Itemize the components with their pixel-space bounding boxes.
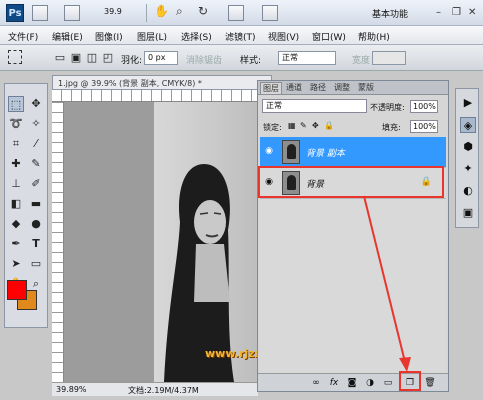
adjustments-dock-icon[interactable]: ◐ xyxy=(460,183,476,199)
layers-dock-icon[interactable]: ◈ xyxy=(460,117,476,133)
paths-dock-icon[interactable]: ✦ xyxy=(460,161,476,177)
annotation-arrow xyxy=(363,195,411,372)
foreground-color-swatch[interactable] xyxy=(7,280,27,300)
masks-dock-icon[interactable]: ▣ xyxy=(460,205,476,221)
history-panel-icon[interactable]: ▶ xyxy=(460,95,476,111)
panel-dock: ▶ ◈ ⬢ ✦ ◐ ▣ xyxy=(455,88,479,228)
channels-dock-icon[interactable]: ⬢ xyxy=(460,139,476,155)
